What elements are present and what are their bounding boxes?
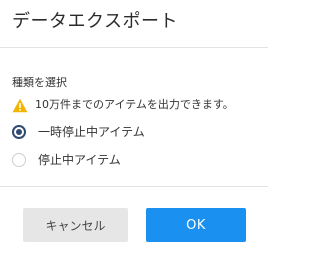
cancel-button[interactable]: キャンセル xyxy=(23,208,128,242)
header-divider xyxy=(0,47,268,48)
ok-button[interactable]: OK xyxy=(146,208,246,242)
export-dialog: データエクスポート 種類を選択 10万件までのアイテムを出力できます。 一時停止… xyxy=(0,0,268,253)
radio-option-label: 一時停止中アイテム xyxy=(38,125,145,139)
warning-text: 10万件までのアイテムを出力できます。 xyxy=(35,98,234,111)
radio-option-paused-items[interactable]: 一時停止中アイテム xyxy=(12,123,145,141)
radio-button-selected[interactable] xyxy=(12,125,26,139)
footer-divider xyxy=(0,186,268,187)
warning-icon xyxy=(12,98,28,113)
type-select-label: 種類を選択 xyxy=(12,76,67,89)
warning-notice: 10万件までのアイテムを出力できます。 xyxy=(12,97,234,113)
radio-button-unselected[interactable] xyxy=(12,153,26,167)
radio-option-label: 停止中アイテム xyxy=(38,153,121,167)
dialog-title: データエクスポート xyxy=(12,11,178,32)
radio-option-stopped-items[interactable]: 停止中アイテム xyxy=(12,151,121,169)
